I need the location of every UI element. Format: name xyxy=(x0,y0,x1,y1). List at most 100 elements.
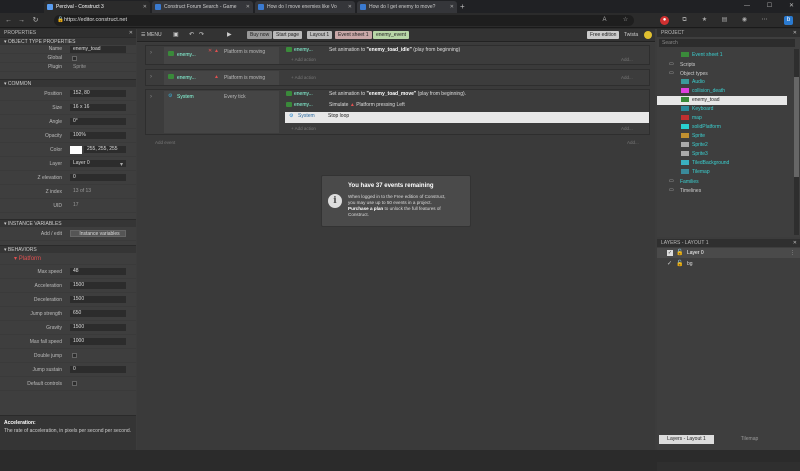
acceleration-input[interactable]: 1500 xyxy=(70,282,126,289)
purchase-plan-link[interactable]: Purchase a plan xyxy=(348,206,383,211)
behaviors-section[interactable]: ▾ BEHAVIORS xyxy=(0,245,136,253)
project-tree-item[interactable]: map xyxy=(657,114,787,123)
position-input[interactable]: 152, 80 xyxy=(70,90,126,97)
reload-icon[interactable]: ↻ xyxy=(30,15,41,26)
event-condition[interactable]: ⚙ System Every tick xyxy=(164,91,279,133)
layer-row-layer-0[interactable]: ✓ 🔓 Layer 0 ⋮ xyxy=(657,248,800,258)
project-tree-item[interactable]: TiledBackground xyxy=(657,159,787,168)
extension-icon[interactable]: ● xyxy=(660,16,669,25)
project-tree-item[interactable]: Sprite xyxy=(657,132,787,141)
tab-event-sheet-1[interactable]: Event sheet 1 xyxy=(335,31,372,39)
lock-icon[interactable]: 🔓 xyxy=(676,260,683,268)
close-window-icon[interactable]: ✕ xyxy=(789,0,794,12)
edge-copilot-icon[interactable]: b xyxy=(784,16,793,25)
project-tree-item[interactable]: Sprite3 xyxy=(657,150,787,159)
buy-now-button[interactable]: Buy now xyxy=(247,31,273,39)
zelevation-input[interactable]: 0 xyxy=(70,174,126,181)
add-event-link[interactable]: Add event xyxy=(155,139,175,146)
close-icon[interactable]: ✕ xyxy=(793,239,797,247)
angle-input[interactable]: 0° xyxy=(70,118,126,125)
expand-icon[interactable]: › xyxy=(150,50,152,56)
tab-layout-1[interactable]: Layout 1 xyxy=(307,31,333,39)
browser-tab-enemy-move[interactable]: How do I get enemy to move? ✕ xyxy=(357,1,457,13)
layer-row-bg[interactable]: ✓ 🔓 bg xyxy=(657,259,800,269)
gravity-input[interactable]: 1500 xyxy=(70,324,126,331)
instance-variables-button[interactable]: Instance variables xyxy=(70,230,126,237)
event-action[interactable]: enemy... Set animation to "enemy_toad_id… xyxy=(286,46,646,55)
event-block-1[interactable]: › enemy... ✕ ▲ Platform is moving enemy.… xyxy=(145,45,650,65)
tab-tilemap[interactable]: Tilemap xyxy=(722,435,777,444)
redo-icon[interactable]: ↷ xyxy=(199,31,204,39)
project-tree-item[interactable]: collision_death xyxy=(657,87,787,96)
scrollbar-thumb[interactable] xyxy=(794,77,799,177)
event-block-2[interactable]: › enemy... ▲ Platform is moving + Add ac… xyxy=(145,69,650,86)
lock-icon[interactable]: 🔓 xyxy=(676,249,683,257)
menu-button[interactable]: ☰ MENU xyxy=(141,31,162,39)
project-search-input[interactable]: Search xyxy=(659,39,795,47)
global-checkbox[interactable] xyxy=(72,56,77,61)
max-speed-input[interactable]: 48 xyxy=(70,268,126,275)
visible-check-icon[interactable]: ✓ xyxy=(667,259,672,269)
minimize-icon[interactable]: — xyxy=(744,0,750,12)
add-action-link[interactable]: + Add action xyxy=(291,56,316,63)
layer-menu-icon[interactable]: ⋮ xyxy=(790,248,795,258)
color-input[interactable]: 255, 255, 255 xyxy=(84,146,126,153)
color-swatch[interactable] xyxy=(70,146,82,154)
favorites-icon[interactable]: ★ xyxy=(700,16,709,25)
close-icon[interactable]: ✕ xyxy=(348,1,352,13)
favorite-star-icon[interactable]: ☆ xyxy=(621,16,630,25)
project-tree-item[interactable]: Event sheet 1 xyxy=(657,51,787,60)
event-action[interactable]: enemy... Set animation to "enemy_toad_mo… xyxy=(286,90,646,99)
double-jump-checkbox[interactable] xyxy=(72,353,77,358)
event-condition[interactable]: enemy... ▲ Platform is moving xyxy=(164,71,279,85)
jump-sustain-input[interactable]: 0 xyxy=(70,366,126,373)
event-block-3[interactable]: › ⚙ System Every tick enemy... Set anima… xyxy=(145,89,650,135)
platform-behavior-row[interactable]: ▾ Platform xyxy=(0,253,136,265)
jump-strength-input[interactable]: 650 xyxy=(70,310,126,317)
name-input[interactable]: enemy_toad xyxy=(70,46,126,53)
play-icon[interactable]: ▶ xyxy=(227,31,232,39)
tab-enemy-event[interactable]: enemy_event xyxy=(373,31,410,39)
add-action-link[interactable]: + Add action xyxy=(291,125,316,132)
close-icon[interactable]: ✕ xyxy=(246,1,250,13)
default-controls-checkbox[interactable] xyxy=(72,381,77,386)
add-more-link[interactable]: Add... xyxy=(621,125,633,132)
settings-menu-icon[interactable]: ⋯ xyxy=(760,16,769,25)
project-tree-item[interactable]: ▭ Scripts xyxy=(657,60,787,69)
project-tree-item[interactable]: solidPlatform xyxy=(657,123,787,132)
back-icon[interactable]: ← xyxy=(3,15,14,26)
close-icon[interactable]: ✕ xyxy=(450,1,454,13)
add-more-link[interactable]: Add... xyxy=(621,74,633,81)
project-tree-item[interactable]: Tilemap xyxy=(657,168,787,177)
event-action-selected[interactable]: ⚙ System Stop loop xyxy=(285,112,649,123)
layer-select[interactable]: Layer 0 xyxy=(70,160,126,167)
project-tree-item[interactable]: Sprite2 xyxy=(657,141,787,150)
expand-icon[interactable]: › xyxy=(150,74,152,80)
object-type-section[interactable]: ▾ OBJECT TYPE PROPERTIES xyxy=(0,37,136,45)
undo-icon[interactable]: ↶ xyxy=(189,31,194,39)
size-input[interactable]: 16 x 16 xyxy=(70,104,126,111)
user-name[interactable]: Twista xyxy=(624,31,638,39)
read-aloud-icon[interactable]: A xyxy=(600,16,609,25)
project-tree-item[interactable]: Audio xyxy=(657,78,787,87)
event-condition[interactable]: enemy... ✕ ▲ Platform is moving xyxy=(164,47,279,64)
free-edition-badge[interactable]: Free edition xyxy=(587,31,620,39)
add-more-link[interactable]: Add... xyxy=(627,139,639,146)
new-tab-icon[interactable]: + xyxy=(460,1,465,12)
project-tree-item[interactable]: ▭ Object types xyxy=(657,69,787,78)
project-scrollbar[interactable] xyxy=(794,49,799,235)
close-icon[interactable]: ✕ xyxy=(793,29,797,37)
address-bar[interactable]: 🔒 https://editor.construct.net xyxy=(54,15,634,26)
deceleration-input[interactable]: 1500 xyxy=(70,296,126,303)
close-icon[interactable]: ✕ xyxy=(143,1,147,13)
forward-icon[interactable]: → xyxy=(16,15,27,26)
avatar[interactable] xyxy=(644,31,652,39)
project-tree-item[interactable]: enemy_toad xyxy=(657,96,787,105)
save-icon[interactable]: ▣ xyxy=(173,31,179,39)
tab-start-page[interactable]: Start page xyxy=(273,31,303,39)
project-tree-item[interactable]: ▭ Families xyxy=(657,177,787,186)
add-action-link[interactable]: + Add action xyxy=(291,74,316,81)
browser-tab-construct[interactable]: Percival - Construct 3 ✕ xyxy=(44,1,150,13)
collections-icon[interactable]: ▤ xyxy=(720,16,729,25)
maximize-icon[interactable]: ☐ xyxy=(767,0,772,12)
